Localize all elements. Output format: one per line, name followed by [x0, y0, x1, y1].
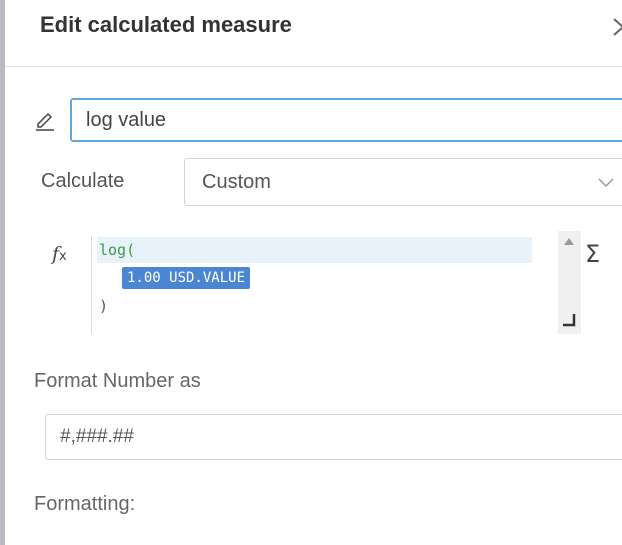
pencil-icon: [34, 109, 56, 131]
formula-measure-token[interactable]: 1.00 USD.VALUE: [122, 267, 251, 289]
calculate-dropdown[interactable]: Custom: [184, 158, 622, 206]
formula-editor[interactable]: log( 1.00 USD.VALUE ): [91, 236, 578, 334]
formula-line-close: ): [99, 297, 109, 315]
chevron-right-icon: [613, 18, 622, 36]
calculate-label: Calculate: [41, 170, 125, 192]
resize-handle-icon[interactable]: [562, 313, 576, 327]
scroll-up-arrow-icon[interactable]: [563, 237, 575, 247]
panel-title: Edit calculated measure: [40, 12, 292, 37]
editor-scrollbar[interactable]: [558, 231, 581, 334]
panel-header: Edit calculated measure: [5, 0, 622, 67]
sigma-functions-button[interactable]: Σ: [585, 240, 600, 268]
chevron-down-icon: [598, 178, 614, 188]
format-number-input[interactable]: [45, 414, 622, 460]
format-number-label: Format Number as: [34, 370, 201, 392]
fx-icon: fx: [52, 243, 67, 265]
formatting-label: Formatting:: [34, 493, 136, 515]
measure-name-input[interactable]: [70, 98, 622, 142]
close-button[interactable]: [608, 14, 622, 40]
calculate-selected-value: Custom: [202, 171, 271, 193]
formula-line-function: log(: [97, 237, 532, 263]
edit-calculated-measure-panel: Edit calculated measure Calculate Custom…: [5, 0, 622, 545]
